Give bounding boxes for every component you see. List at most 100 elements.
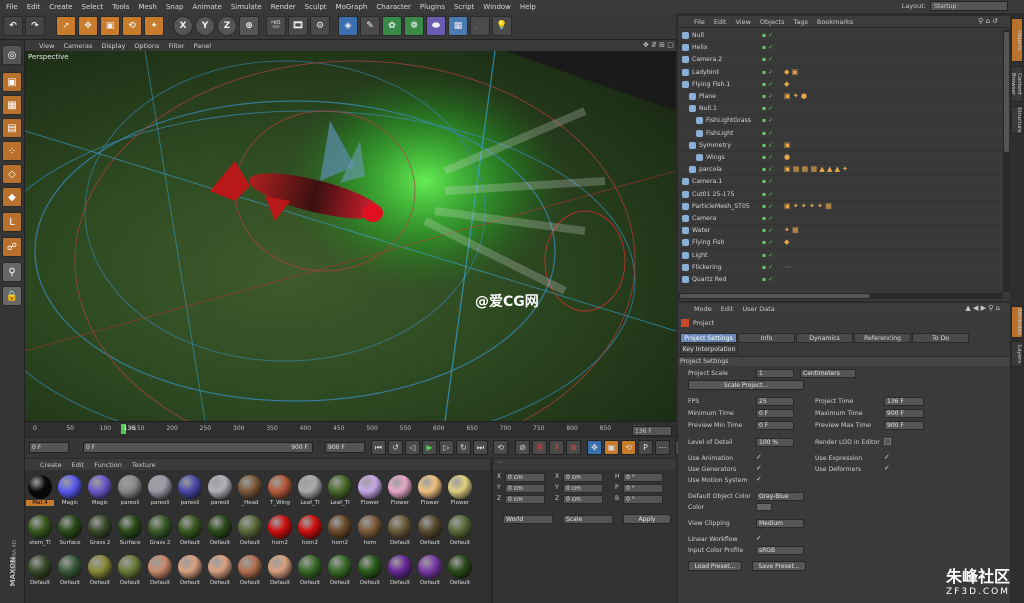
material-swatch[interactable]: Default (266, 553, 294, 590)
object-row[interactable]: Cut01 25-175 ▪ ✓ (678, 189, 1003, 201)
object-tags[interactable]: ◆ (784, 238, 789, 246)
material-swatch[interactable]: horn2 (266, 513, 294, 550)
material-swatch[interactable]: Grass 2 (86, 513, 114, 550)
material-swatch[interactable]: Default (176, 513, 204, 550)
visibility-check-icon[interactable]: ▪ ✓ (762, 252, 780, 260)
material-swatch[interactable]: Default (386, 553, 414, 590)
viewport-menu-panel[interactable]: Panel (194, 42, 212, 50)
material-swatch[interactable]: Default (146, 553, 174, 590)
tab-referencing[interactable]: Referencing (854, 333, 911, 343)
cube-primitive-icon[interactable]: ◈ (338, 16, 358, 36)
object-search-icon[interactable]: ⚲ ⌂ ↺ (978, 17, 998, 25)
object-menu-objects[interactable]: Objects (760, 18, 785, 26)
menu-script[interactable]: Script (454, 3, 474, 11)
object-row[interactable]: Water ▪ ✓ ✦ ▦ (678, 225, 1003, 238)
object-row[interactable]: Flying Fish.1 ▪ ✓ ◆ (678, 79, 1003, 91)
material-swatch[interactable]: Leaf_Tl (326, 473, 354, 510)
lod-field[interactable]: 100 % (756, 438, 794, 447)
material-menu-texture[interactable]: Texture (132, 461, 156, 469)
object-row[interactable]: Camera.1 ▪ ✓ (678, 176, 1003, 189)
material-swatch[interactable]: Default (26, 553, 54, 590)
preview-min-field[interactable]: 0 F (756, 421, 794, 430)
deformer-icon[interactable]: ⬬ (426, 16, 446, 36)
preview-max-field[interactable]: 900 F (884, 421, 924, 430)
coord-field[interactable]: 0 ° (623, 473, 663, 482)
color-swatch[interactable] (756, 503, 772, 511)
input-color-dropdown[interactable]: sRGB (756, 546, 804, 555)
texture-mode-icon[interactable]: ▦ (2, 95, 22, 115)
coord-field[interactable]: 0 cm (505, 495, 545, 504)
tab-dynamics[interactable]: Dynamics (796, 333, 853, 343)
object-row[interactable]: Camera ▪ ✓ (678, 213, 1003, 225)
material-swatch[interactable]: Surface (116, 513, 144, 550)
next-key-icon[interactable]: ↻ (456, 440, 471, 455)
material-swatch[interactable]: Flower (446, 473, 474, 510)
key-param-icon[interactable]: P (638, 440, 653, 455)
recent-tools-icon[interactable]: ✦ (144, 16, 164, 36)
coord-field[interactable]: 0 cm (505, 484, 545, 493)
visibility-check-icon[interactable]: ▪ ✓ (762, 44, 780, 52)
menu-character[interactable]: Character (376, 3, 411, 11)
visibility-check-icon[interactable]: ▪ ✓ (762, 154, 780, 162)
menu-mograph[interactable]: MoGraph (336, 3, 368, 11)
menu-mesh[interactable]: Mesh (138, 3, 156, 11)
material-swatch[interactable]: stem_Tl (26, 513, 54, 550)
menu-edit[interactable]: Edit (27, 3, 41, 11)
object-tags[interactable]: ● (784, 153, 790, 161)
edges-mode-icon[interactable]: ◇ (2, 164, 22, 184)
material-swatch[interactable]: Default (326, 553, 354, 590)
side-tab-layers[interactable]: Layers (1011, 341, 1023, 367)
key-pla-icon[interactable]: ⋯ (655, 440, 670, 455)
polygons-mode-icon[interactable]: ◆ (2, 187, 22, 207)
object-row[interactable]: FishLightGrass ▪ ✓ (678, 115, 1003, 128)
object-tags[interactable]: ▣ ▦ ▦ ▦ ▲ ▲ ▲ ✦ (784, 165, 848, 173)
material-swatch[interactable]: Grass 2 (146, 513, 174, 550)
end-frame-field[interactable]: 900 F (325, 442, 365, 453)
material-swatch[interactable]: Default (416, 553, 444, 590)
visibility-check-icon[interactable]: ▪ ✓ (762, 32, 780, 40)
key-position-icon[interactable]: ✥ (587, 440, 602, 455)
move-icon[interactable]: ✥ (78, 16, 98, 36)
visibility-check-icon[interactable]: ▪ ✓ (762, 215, 780, 223)
layout-dropdown[interactable]: Startup (930, 1, 1008, 11)
tab-info[interactable]: Info (738, 333, 795, 343)
material-swatch[interactable]: Default (296, 553, 324, 590)
viewport-menu-display[interactable]: Display (101, 42, 125, 50)
apply-button[interactable]: Apply (623, 514, 671, 524)
material-swatch[interactable]: Default (56, 553, 84, 590)
loop-icon[interactable]: ⟲ (493, 440, 508, 455)
use-animation-checkbox[interactable]: ✓ (756, 453, 762, 461)
menu-tools[interactable]: Tools (112, 3, 129, 11)
camera-icon[interactable]: 🎥 (470, 16, 490, 36)
coord-field[interactable]: 0 cm (505, 473, 545, 482)
object-row[interactable]: Wings ▪ ✓ ● (678, 152, 1003, 164)
material-swatch[interactable]: Mat.4 (26, 473, 54, 510)
timeline-ruler[interactable]: 0 50 100 136 150 200 250 300 350 400 450 500 550 600 6… (25, 421, 676, 436)
nurbs-icon[interactable]: ✿ (382, 16, 402, 36)
material-swatch[interactable]: Default (236, 513, 264, 550)
visibility-check-icon[interactable]: ▪ ✓ (762, 191, 780, 199)
menu-create[interactable]: Create (49, 3, 72, 11)
material-menu-create[interactable]: Create (40, 461, 62, 469)
start-frame-field[interactable]: 0 F (29, 442, 69, 453)
object-row[interactable]: Ladybird ▪ ✓ ◆ ▣ (678, 67, 1003, 79)
object-row[interactable]: FishLight ▪ ✓ (678, 128, 1003, 140)
prev-frame-icon[interactable]: ◁ (405, 440, 420, 455)
visibility-check-icon[interactable]: ▪ ✓ (762, 166, 780, 174)
object-scrollbar[interactable] (1003, 30, 1010, 292)
record-key-icon[interactable]: ⓪ (532, 440, 547, 455)
tweak-icon[interactable]: ☍ (2, 237, 22, 257)
visibility-check-icon[interactable]: ▪ ✓ (762, 276, 780, 284)
render-lod-checkbox[interactable] (884, 438, 891, 445)
fps-field[interactable]: 25 (756, 397, 794, 406)
select-cursor-icon[interactable]: ➚ (56, 16, 76, 36)
attribute-menu-user-data[interactable]: User Data (742, 305, 774, 313)
tab-to-do[interactable]: To Do (912, 333, 969, 343)
render-view-icon[interactable]: 🎬 (266, 16, 286, 36)
lock-workplane-icon[interactable]: 🔒 (2, 286, 22, 306)
material-swatch[interactable]: Flower (416, 473, 444, 510)
material-swatch[interactable]: Flower (356, 473, 384, 510)
material-swatch[interactable]: Default (446, 553, 474, 590)
render-picture-viewer-icon[interactable]: 🎞 (288, 16, 308, 36)
redo-icon[interactable]: ↷ (25, 16, 45, 36)
